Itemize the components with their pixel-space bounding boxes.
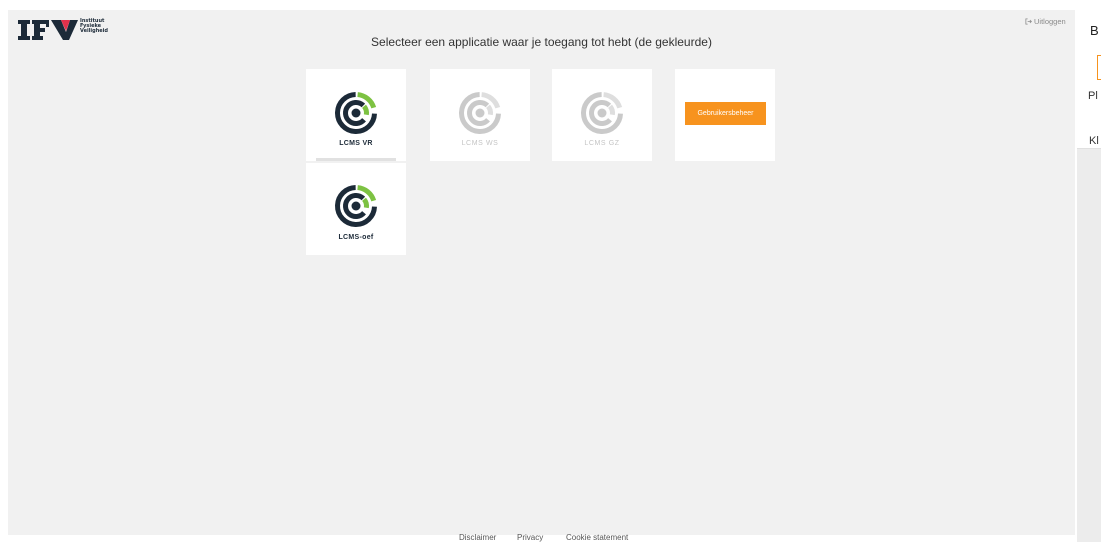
- app-tile-lcms-gz: LCMS GZ: [552, 69, 652, 161]
- logout-icon: [1025, 17, 1032, 25]
- app-tile-lcms-oef[interactable]: LCMS-oef: [306, 163, 406, 255]
- side-panel-content: [1077, 148, 1101, 542]
- footer-link-privacy[interactable]: Privacy: [517, 533, 543, 542]
- logo-tagline: Instituut Fysieke Veiligheid: [80, 18, 108, 35]
- app-tile-user-management: Gebruikersbeheer: [675, 69, 775, 161]
- logout-link[interactable]: Uitloggen: [1025, 16, 1066, 26]
- user-management-button[interactable]: Gebruikersbeheer: [685, 102, 766, 125]
- side-panel-item: Pl: [1088, 90, 1098, 102]
- app-tile-label: LCMS GZ: [584, 140, 620, 147]
- page-title: Selecteer een applicatie waar je toegang…: [371, 35, 712, 49]
- lcms-logo-icon: [334, 91, 378, 135]
- app-tile-label: LCMS WS: [461, 140, 499, 147]
- app-tile-label: LCMS-oef: [338, 234, 374, 241]
- app-tile-lcms-ws: LCMS WS: [430, 69, 530, 161]
- logo-tagline-line: Veiligheid: [80, 28, 108, 35]
- lcms-logo-icon: [458, 91, 502, 135]
- main-content-area: [8, 10, 1075, 535]
- side-panel-input[interactable]: [1097, 55, 1101, 80]
- lcms-logo-icon: [334, 184, 378, 228]
- footer-link-cookie-statement[interactable]: Cookie statement: [566, 533, 628, 542]
- app-tile-label: LCMS VR: [339, 140, 373, 147]
- footer-link-disclaimer[interactable]: Disclaimer: [459, 533, 496, 542]
- side-panel-item: Kl: [1089, 135, 1099, 147]
- app-tile-lcms-vr[interactable]: LCMS VR: [306, 69, 406, 161]
- lcms-logo-icon: [580, 91, 624, 135]
- logout-label: Uitloggen: [1034, 16, 1066, 26]
- tile-active-indicator: [316, 158, 396, 161]
- side-panel-heading: B: [1090, 23, 1099, 38]
